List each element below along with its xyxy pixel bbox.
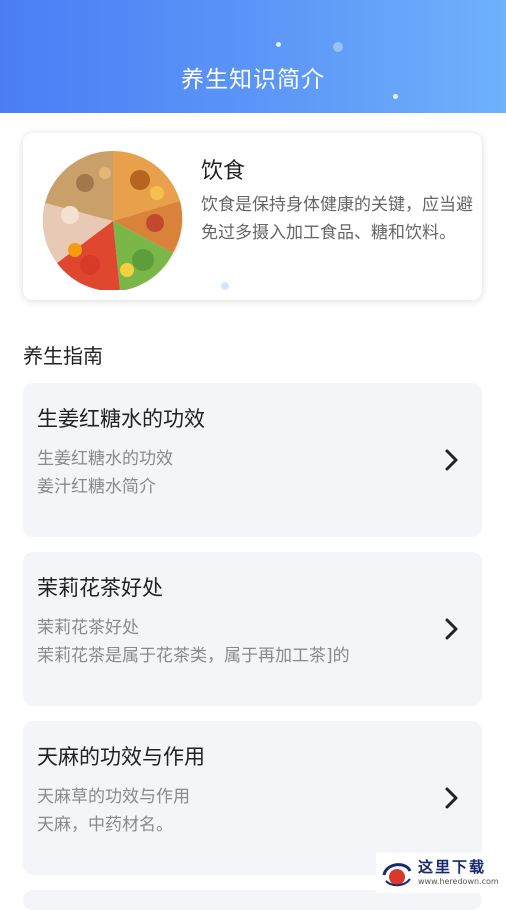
article-subtitle: 茉莉花茶好处 [37, 618, 139, 638]
article-summary: 天麻，中药材名。 [37, 815, 173, 835]
article-card[interactable]: 茉莉花茶好处 茉莉花茶好处 茉莉花茶是属于花茶类，属于再加工茶]的 [23, 552, 482, 706]
article-card-partial[interactable] [23, 890, 482, 910]
article-card[interactable]: 生姜红糖水的功效 生姜红糖水的功效 姜汁红糖水简介 [23, 383, 482, 537]
app-header: 养生知识简介 [0, 0, 506, 113]
article-subtitle: 生姜红糖水的功效 [37, 449, 173, 469]
article-card[interactable]: 天麻的功效与作用 天麻草的功效与作用 天麻，中药材名。 [23, 721, 482, 875]
header-decoration-dot [393, 94, 398, 99]
watermark-url: www.heredown.com [418, 877, 499, 886]
chevron-right-icon[interactable] [442, 616, 462, 642]
banner-card[interactable]: 饮食 饮食是保持身体健康的关键，应当避免过多摄入加工食品、糖和饮料。 [23, 133, 482, 300]
section-title: 养生指南 [23, 344, 103, 368]
banner-description: 饮食是保持身体健康的关键，应当避免过多摄入加工食品、糖和饮料。 [201, 195, 473, 243]
watermark-text: 这里下载 [418, 858, 487, 876]
header-decoration-dot [333, 42, 343, 52]
chevron-right-icon[interactable] [442, 447, 462, 473]
carousel-indicator[interactable] [221, 282, 229, 290]
page-title: 养生知识简介 [181, 67, 325, 93]
header-decoration-dot [276, 42, 281, 47]
article-title: 生姜红糖水的功效 [37, 407, 205, 431]
article-summary: 姜汁红糖水简介 [37, 477, 156, 497]
watermark: 这里下载 www.heredown.com [376, 853, 499, 893]
article-title: 茉莉花茶好处 [37, 576, 163, 600]
article-title: 天麻的功效与作用 [37, 745, 205, 769]
article-subtitle: 天麻草的功效与作用 [37, 787, 190, 807]
watermark-logo-icon [382, 863, 412, 887]
chevron-right-icon[interactable] [442, 785, 462, 811]
food-plate-image [42, 150, 183, 290]
banner-title: 饮食 [201, 159, 246, 184]
article-summary: 茉莉花茶是属于花茶类，属于再加工茶]的 [37, 646, 350, 666]
